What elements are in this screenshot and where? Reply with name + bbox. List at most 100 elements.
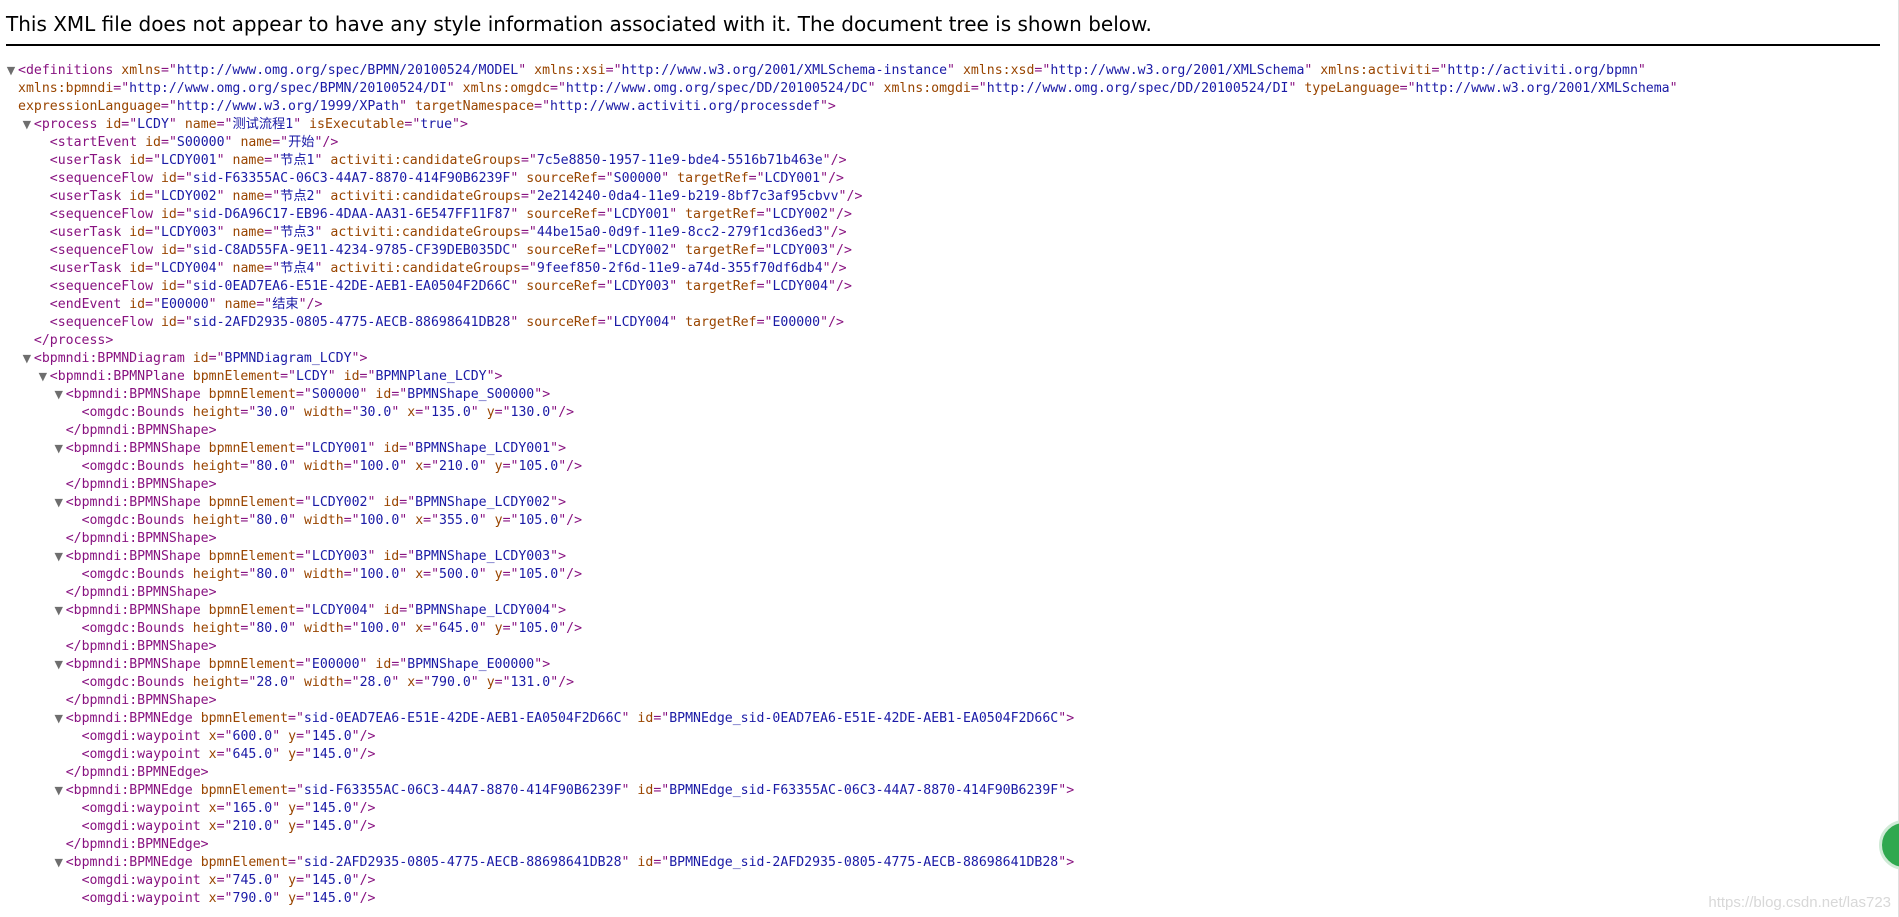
attr-value: 145.0 [311, 819, 352, 834]
attr-value: LCDY001 [764, 171, 821, 186]
xml-line-content: <userTask id="LCDY002" name="节点2" activi… [50, 188, 863, 206]
expand-triangle-icon[interactable]: ▼ [53, 494, 65, 512]
tag-name: omgdi:waypoint [89, 729, 201, 744]
attr-name: id [383, 603, 400, 618]
attr-value: LCDY004 [161, 261, 217, 276]
attr-quote: " [399, 513, 408, 528]
attr-value: 80.0 [256, 567, 289, 582]
attr-value: 210.0 [439, 459, 479, 474]
xml-line: <sequenceFlow id="sid-0EAD7EA6-E51E-42DE… [0, 278, 1880, 296]
attr-name: name [240, 135, 273, 150]
attr-name: id [105, 117, 122, 132]
attr-value: sid-F63355AC-06C3-44A7-8870-414F90B6239F [303, 783, 622, 798]
attr-quote: " [822, 153, 831, 168]
attr-name: y [288, 729, 297, 744]
attr-value: http://www.omg.org/spec/BPMN/20100524/DI [129, 81, 447, 96]
close-bracket: </ [65, 693, 82, 708]
tag-name: omgdi:waypoint [89, 801, 201, 816]
tag-end: /> [359, 891, 376, 906]
expand-triangle-icon[interactable]: ▼ [53, 656, 65, 674]
tag-end: /> [836, 207, 852, 222]
expand-triangle-icon[interactable]: ▼ [53, 548, 65, 566]
attr-name: isExecutable [309, 117, 405, 132]
attr-equals: =" [240, 513, 257, 528]
attr-name: y [288, 747, 297, 762]
expand-triangle-icon[interactable]: ▼ [53, 386, 65, 404]
tag-end: /> [566, 621, 583, 636]
attr-name: name [184, 117, 217, 132]
xml-line: ▼ <bpmndi:BPMNShape bpmnElement="LCDY004"… [0, 602, 1880, 620]
attr-equals: =" [296, 873, 312, 888]
open-bracket: < [81, 873, 90, 888]
attr-equals: =" [520, 189, 537, 204]
attr-equals: =" [502, 513, 519, 528]
attr-value: LCDY003 [311, 549, 368, 564]
expand-triangle-icon[interactable]: ▼ [53, 854, 65, 872]
attr-equals: =" [216, 873, 233, 888]
xml-line: <sequenceFlow id="sid-2AFD2935-0805-4775… [0, 314, 1880, 332]
tag-name: userTask [57, 189, 122, 204]
expand-triangle-icon[interactable]: ▼ [37, 368, 49, 386]
open-bracket: < [49, 279, 58, 294]
xml-line: <sequenceFlow id="sid-C8AD55FA-9E11-4234… [0, 242, 1880, 260]
expand-triangle-icon[interactable]: ▼ [5, 62, 17, 80]
attr-quote: " [314, 189, 323, 204]
attr-name: id [383, 549, 400, 564]
expand-triangle-icon[interactable]: ▼ [53, 602, 65, 620]
attr-quote: " [359, 657, 368, 672]
xml-line-content: xmlns:bpmndi =" http://www.omg.org/spec/BP… [18, 80, 1678, 98]
attr-value: 145.0 [311, 729, 352, 744]
attr-quote: " [314, 261, 323, 276]
expand-triangle-icon[interactable]: ▼ [53, 782, 65, 800]
xml-line: ▼ <bpmndi:BPMNEdge bpmnElement="sid-2AFD2… [0, 854, 1880, 872]
xml-line: <omgdc:Bounds height="30.0" width="30.0"… [0, 404, 1880, 422]
expand-triangle-icon[interactable]: ▼ [53, 710, 65, 728]
attr-equals: =" [756, 279, 773, 294]
open-bracket: < [49, 225, 58, 240]
xml-line: <omgdi:waypoint x="210.0" y="145.0"/> [0, 818, 1880, 836]
open-bracket: < [81, 621, 90, 636]
tag-name: bpmndi:BPMNDiagram [41, 351, 185, 366]
expand-triangle-icon[interactable]: ▼ [21, 116, 33, 134]
attr-equals: =" [550, 81, 566, 96]
close-bracket: </ [65, 423, 82, 438]
attr-equals: =" [423, 513, 440, 528]
attr-quote: " [351, 891, 360, 906]
attr-value: LCDY002 [613, 243, 670, 258]
attr-value: 2e214240-0da4-11e9-b219-8bf7c3af95cbvv [536, 189, 839, 204]
attr-equals: =" [176, 279, 193, 294]
attr-equals: =" [216, 801, 233, 816]
attr-name: y [288, 801, 297, 816]
xml-line: ▼ <process id="LCDY" name="测试流程1" isExecu… [0, 116, 1880, 134]
attr-name: height [192, 675, 241, 690]
attr-value: LCDY [137, 117, 169, 132]
floating-assist-button[interactable] [1879, 820, 1899, 870]
attr-equals: =" [145, 261, 162, 276]
attr-quote: " [621, 855, 630, 870]
attr-equals: =" [216, 891, 233, 906]
attr-name: xmlns:activiti [1320, 63, 1432, 78]
attr-name: bpmnElement [208, 441, 296, 456]
attr-equals: =" [280, 369, 296, 384]
attr-value: 745.0 [232, 873, 273, 888]
attr-value: BPMNShape_S00000 [407, 387, 535, 402]
xml-line-content: <bpmndi:BPMNShape bpmnElement="LCDY004" … [66, 602, 566, 620]
attr-quote: " [288, 675, 297, 690]
tag-name: bpmndi:BPMNShape [81, 531, 209, 546]
attr-quote: " [470, 675, 479, 690]
attr-value: sid-D6A96C17-EB96-4DAA-AA31-6E547FF11F87 [192, 207, 511, 222]
attr-name: targetRef [685, 315, 757, 330]
expand-triangle-icon[interactable]: ▼ [21, 350, 33, 368]
expand-triangle-icon[interactable]: ▼ [53, 440, 65, 458]
open-bracket: < [49, 315, 58, 330]
attr-value: BPMNEdge_sid-2AFD2935-0805-4775-AECB-886… [669, 855, 1059, 870]
tag-name: omgdc:Bounds [89, 459, 185, 474]
attr-equals: =" [415, 675, 432, 690]
attr-quote: " [1058, 855, 1067, 870]
tag-name: bpmndi:BPMNShape [81, 477, 209, 492]
attr-name: xmlns:xsd [962, 63, 1035, 78]
attr-name: y [486, 405, 495, 420]
attr-quote: " [288, 621, 297, 636]
tag-name: bpmndi:BPMNEdge [81, 837, 201, 852]
attr-name: xmlns:bpmndi [18, 81, 114, 96]
